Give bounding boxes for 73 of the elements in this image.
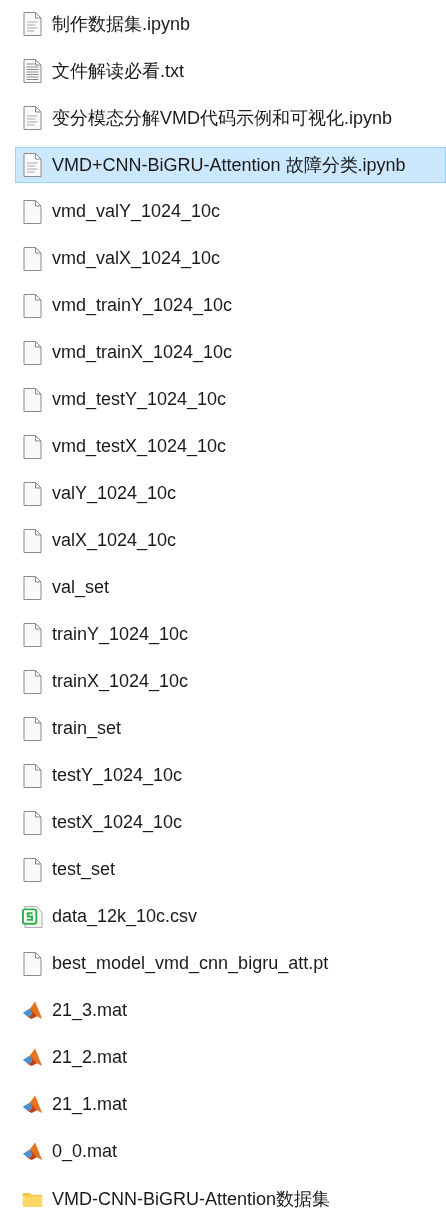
- file-item[interactable]: 0_0.mat: [15, 1133, 446, 1170]
- file-name: VMD+CNN-BiGRU-Attention 故障分类.ipynb: [52, 153, 406, 177]
- file-name: VMD-CNN-BiGRU-Attention数据集: [52, 1187, 331, 1211]
- blank-file-icon: [22, 575, 43, 600]
- file-name: vmd_valY_1024_10c: [52, 201, 221, 222]
- blank-file-icon: [22, 716, 43, 741]
- file-item[interactable]: 21_3.mat: [15, 992, 446, 1029]
- file-name: vmd_testY_1024_10c: [52, 389, 227, 410]
- file-item[interactable]: vmd_valY_1024_10c: [15, 193, 446, 230]
- file-name: data_12k_10c.csv: [52, 906, 198, 927]
- blank-file-icon: [22, 669, 43, 694]
- file-item[interactable]: best_model_vmd_cnn_bigru_att.pt: [15, 945, 446, 982]
- blank-file-icon: [22, 246, 43, 271]
- file-item[interactable]: valY_1024_10c: [15, 475, 446, 512]
- file-item[interactable]: VMD+CNN-BiGRU-Attention 故障分类.ipynb: [15, 146, 446, 183]
- file-name: 21_2.mat: [52, 1047, 128, 1068]
- file-name: testX_1024_10c: [52, 812, 183, 833]
- blank-file-icon: [22, 434, 43, 459]
- file-name: 21_1.mat: [52, 1094, 128, 1115]
- file-item[interactable]: 21_2.mat: [15, 1039, 446, 1076]
- blank-file-icon: [22, 340, 43, 365]
- blank-file-icon: [22, 387, 43, 412]
- file-name: val_set: [52, 577, 110, 598]
- file-item[interactable]: vmd_valX_1024_10c: [15, 240, 446, 277]
- file-item[interactable]: val_set: [15, 569, 446, 606]
- blank-file-icon: [22, 481, 43, 506]
- file-item[interactable]: vmd_testX_1024_10c: [15, 428, 446, 465]
- blank-file-icon: [22, 293, 43, 318]
- file-item[interactable]: testX_1024_10c: [15, 804, 446, 841]
- file-name: vmd_valX_1024_10c: [52, 248, 221, 269]
- blank-file-icon: [22, 622, 43, 647]
- spreadsheet-icon: [22, 904, 43, 929]
- file-item[interactable]: vmd_trainX_1024_10c: [15, 334, 446, 371]
- file-name: valY_1024_10c: [52, 483, 177, 504]
- file-item[interactable]: train_set: [15, 710, 446, 747]
- blank-file-icon: [22, 810, 43, 835]
- document-icon: [22, 152, 43, 177]
- file-item[interactable]: VMD-CNN-BiGRU-Attention数据集: [15, 1180, 446, 1217]
- file-item[interactable]: trainX_1024_10c: [15, 663, 446, 700]
- blank-file-icon: [22, 763, 43, 788]
- file-name: best_model_vmd_cnn_bigru_att.pt: [52, 953, 329, 974]
- blank-file-icon: [22, 528, 43, 553]
- file-name: 0_0.mat: [52, 1141, 118, 1162]
- file-item[interactable]: testY_1024_10c: [15, 757, 446, 794]
- file-name: vmd_trainX_1024_10c: [52, 342, 233, 363]
- file-name: 21_3.mat: [52, 1000, 128, 1021]
- file-name: vmd_trainY_1024_10c: [52, 295, 233, 316]
- file-name: valX_1024_10c: [52, 530, 177, 551]
- file-item[interactable]: 文件解读必看.txt: [15, 52, 446, 89]
- file-item[interactable]: data_12k_10c.csv: [15, 898, 446, 935]
- file-name: train_set: [52, 718, 122, 739]
- blank-file-icon: [22, 199, 43, 224]
- file-item[interactable]: 制作数据集.ipynb: [15, 5, 446, 42]
- file-name: 文件解读必看.txt: [52, 59, 184, 83]
- text-file-icon: [22, 58, 43, 83]
- file-item[interactable]: 变分模态分解VMD代码示例和可视化.ipynb: [15, 99, 446, 136]
- file-name: 变分模态分解VMD代码示例和可视化.ipynb: [52, 106, 393, 130]
- blank-file-icon: [22, 857, 43, 882]
- file-item[interactable]: valX_1024_10c: [15, 522, 446, 559]
- file-name: trainX_1024_10c: [52, 671, 189, 692]
- blank-file-icon: [22, 951, 43, 976]
- file-name: test_set: [52, 859, 116, 880]
- file-item[interactable]: trainY_1024_10c: [15, 616, 446, 653]
- file-name: trainY_1024_10c: [52, 624, 189, 645]
- file-item[interactable]: vmd_trainY_1024_10c: [15, 287, 446, 324]
- file-item[interactable]: vmd_testY_1024_10c: [15, 381, 446, 418]
- file-item[interactable]: test_set: [15, 851, 446, 888]
- file-item[interactable]: 21_1.mat: [15, 1086, 446, 1123]
- file-name: vmd_testX_1024_10c: [52, 436, 227, 457]
- document-icon: [22, 105, 43, 130]
- document-icon: [22, 11, 43, 36]
- file-name: 制作数据集.ipynb: [52, 12, 191, 36]
- file-name: testY_1024_10c: [52, 765, 183, 786]
